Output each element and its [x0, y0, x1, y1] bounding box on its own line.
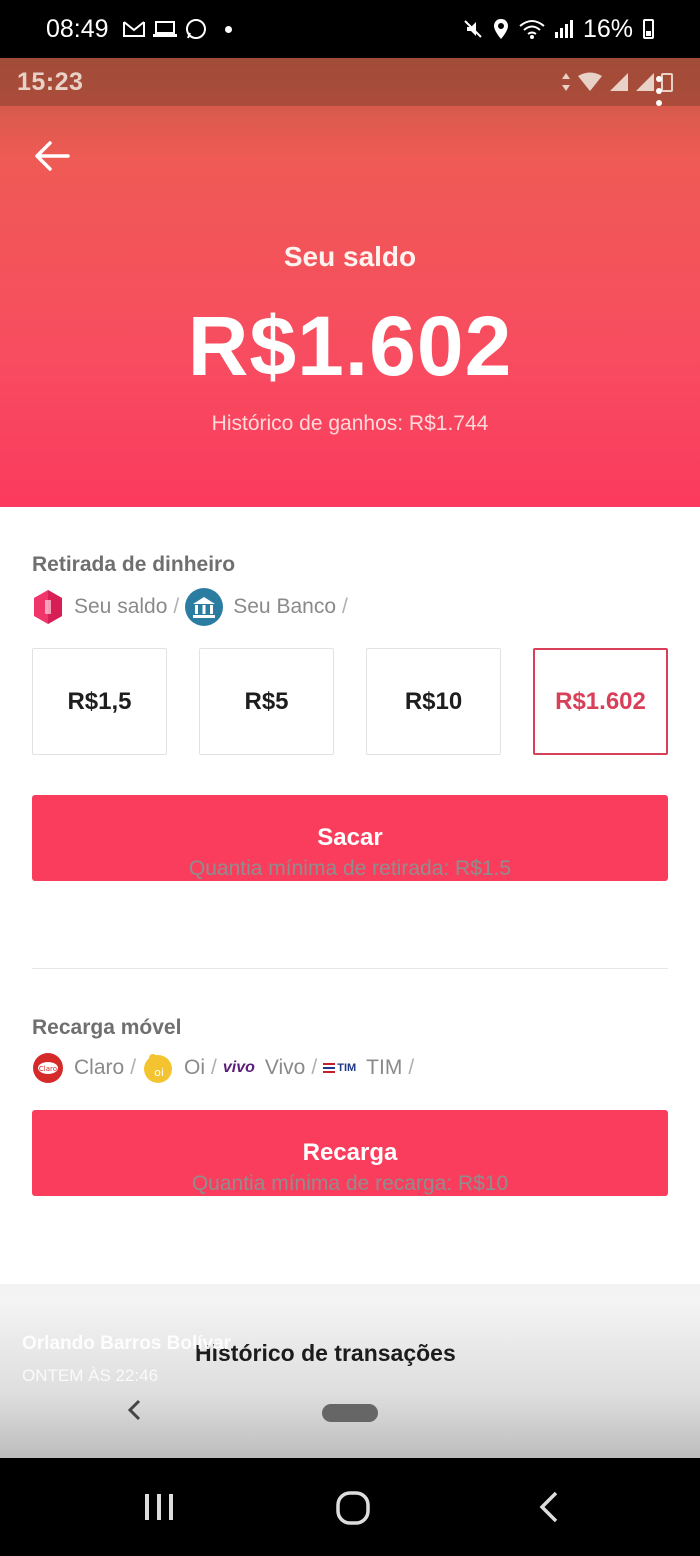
- claro-logo-icon: Claro: [32, 1052, 64, 1084]
- battery-icon: [661, 73, 673, 92]
- vivo-logo-icon: vivo: [222, 1059, 255, 1076]
- transaction-history-bar[interactable]: Histórico de transações Orlando Barros B…: [0, 1298, 700, 1458]
- method-bank: Seu Banco: [233, 595, 336, 618]
- svg-text:Claro: Claro: [39, 1065, 57, 1073]
- sender-name: Orlando Barros Bolívar: [22, 1333, 232, 1354]
- signal-icon: [554, 20, 573, 38]
- wifi-icon: [578, 72, 602, 91]
- mute-icon: [464, 20, 482, 38]
- app-clock: 15:23: [17, 67, 84, 96]
- app-status-bar: 15:23: [0, 58, 700, 106]
- divider: [32, 968, 668, 969]
- balance-value: R$1.602: [187, 299, 513, 393]
- oi-logo-icon: oi: [142, 1052, 174, 1084]
- back-icon[interactable]: [534, 1490, 564, 1524]
- laptop-icon: [152, 21, 177, 37]
- earnings-history: Histórico de ganhos: R$1.744: [211, 412, 489, 435]
- carrier-vivo: Vivo: [264, 1056, 306, 1079]
- battery-icon: [643, 19, 654, 39]
- carrier-oi: Oi: [184, 1056, 206, 1079]
- location-icon: [493, 19, 508, 39]
- sent-time: ONTEM ÀS 22:46: [22, 1366, 159, 1385]
- carrier-claro: Claro: [74, 1056, 125, 1079]
- withdraw-title: Retirada de dinheiro: [32, 553, 236, 576]
- recent-apps-icon[interactable]: [142, 1490, 176, 1524]
- method-balance: Seu saldo: [74, 595, 168, 618]
- carrier-tim: TIM: [366, 1056, 403, 1079]
- phone-clock: 08:49: [46, 14, 109, 43]
- balance-label: Seu saldo: [283, 241, 417, 272]
- wifi-icon: [519, 20, 545, 39]
- gem-icon: [32, 589, 64, 625]
- signal-icon: [610, 73, 628, 91]
- whatsapp-icon: [185, 19, 206, 39]
- app-screen: 15:23 Seu saldo R$1.602 Histórico de gan…: [0, 58, 700, 1458]
- recharge-minimum: Quantia mínima de recarga: R$10: [191, 1172, 509, 1195]
- phone-status-bar: 08:49 16%: [0, 0, 700, 58]
- amount-option-selected[interactable]: R$1.602: [533, 648, 668, 755]
- tim-logo-icon: TIM: [323, 1062, 356, 1074]
- transaction-history-title: Histórico de transações: [195, 1340, 456, 1366]
- svg-text:oi: oi: [154, 1066, 164, 1079]
- withdraw-minimum: Quantia mínima de retirada: R$1.5: [188, 857, 512, 880]
- tim-logo-text: TIM: [337, 1062, 357, 1074]
- recharge-carriers: Claro Claro / oi Oi / vivo Vivo / TIM TI…: [32, 1052, 420, 1084]
- arrow-left-icon[interactable]: [32, 136, 72, 176]
- kebab-menu-icon[interactable]: [656, 76, 662, 106]
- actions-card: Retirada de dinheiro Seu saldo / Seu Ban…: [0, 507, 700, 1284]
- gmail-icon: [122, 21, 145, 37]
- battery-percent: 16%: [582, 14, 633, 43]
- withdraw-methods: Seu saldo / Seu Banco /: [32, 588, 354, 626]
- amount-option[interactable]: R$10: [366, 648, 501, 755]
- balance-header: 15:23 Seu saldo R$1.602 Histórico de gan…: [0, 58, 700, 507]
- amount-option[interactable]: R$1,5: [32, 648, 167, 755]
- system-nav-bar: [0, 1458, 700, 1556]
- amount-options: R$1,5 R$5 R$10 R$1.602: [32, 648, 668, 755]
- signal-icon: [636, 73, 654, 91]
- chevron-left-icon[interactable]: [125, 1398, 145, 1422]
- data-arrows-icon: [562, 73, 570, 91]
- home-pill-icon[interactable]: [322, 1404, 378, 1422]
- recharge-title: Recarga móvel: [32, 1016, 182, 1039]
- amount-option[interactable]: R$5: [199, 648, 334, 755]
- bank-icon: [185, 588, 224, 626]
- notification-dot-icon: [224, 25, 232, 33]
- home-icon[interactable]: [335, 1490, 371, 1526]
